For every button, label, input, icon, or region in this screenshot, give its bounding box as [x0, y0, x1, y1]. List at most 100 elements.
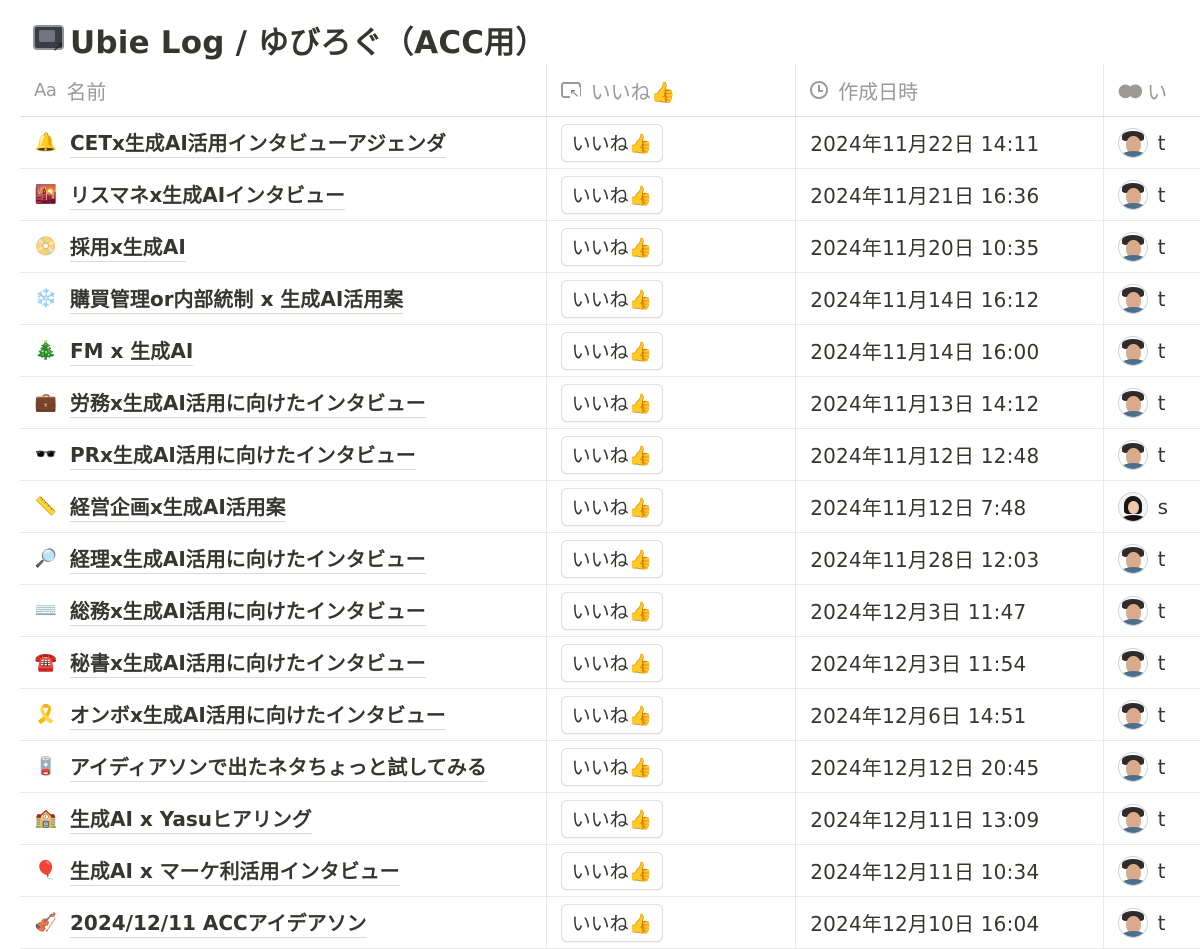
- page-link[interactable]: 秘書x生成AI活用に向けたインタビュー: [70, 647, 426, 678]
- like-button[interactable]: いいね👍: [560, 435, 664, 474]
- name-cell[interactable]: 🎻 2024/12/11 ACCアイデアソン: [20, 897, 547, 948]
- person-cell[interactable]: t: [1104, 793, 1200, 844]
- page-link[interactable]: リスマネx生成AIインタビュー: [70, 179, 346, 210]
- name-cell[interactable]: 📏 経営企画x生成AI活用案: [20, 481, 547, 532]
- avatar[interactable]: [1117, 803, 1148, 834]
- avatar[interactable]: [1117, 647, 1148, 678]
- avatar[interactable]: [1117, 231, 1148, 262]
- table-row[interactable]: 🏫 生成AI x Yasuヒアリング いいね👍 2024年12月11日 13:0…: [20, 793, 1200, 845]
- name-cell[interactable]: 🪫 アイディアソンで出たネタちょっと試してみる: [20, 741, 547, 792]
- avatar[interactable]: [1117, 751, 1148, 782]
- name-cell[interactable]: 🕶️ PRx生成AI活用に向けたインタビュー: [20, 429, 547, 480]
- table-row[interactable]: 🎄 FM x 生成AI いいね👍 2024年11月14日 16:00 t: [20, 325, 1200, 377]
- person-cell[interactable]: t: [1104, 845, 1200, 896]
- avatar[interactable]: [1117, 595, 1148, 626]
- avatar[interactable]: [1117, 491, 1148, 522]
- name-cell[interactable]: ☎️ 秘書x生成AI活用に向けたインタビュー: [20, 637, 547, 688]
- person-cell[interactable]: t: [1104, 637, 1200, 688]
- page-link[interactable]: オンボx生成AI活用に向けたインタビュー: [70, 699, 446, 730]
- avatar[interactable]: [1117, 335, 1148, 366]
- table-row[interactable]: 📏 経営企画x生成AI活用案 いいね👍 2024年11月12日 7:48 s: [20, 481, 1200, 533]
- name-cell[interactable]: 🎗️ オンボx生成AI活用に向けたインタビュー: [20, 689, 547, 740]
- avatar[interactable]: [1117, 127, 1148, 158]
- like-button[interactable]: いいね👍: [560, 383, 664, 422]
- column-header-like[interactable]: いいね👍: [547, 64, 797, 116]
- like-button[interactable]: いいね👍: [560, 487, 664, 526]
- table-row[interactable]: 🕶️ PRx生成AI活用に向けたインタビュー いいね👍 2024年11月12日 …: [20, 429, 1200, 481]
- person-cell[interactable]: s: [1104, 481, 1200, 532]
- page-link[interactable]: 生成AI x マーケ利活用インタビュー: [70, 855, 400, 886]
- name-cell[interactable]: 🔔 CETx生成AI活用インタビューアジェンダ: [20, 117, 547, 168]
- person-cell[interactable]: t: [1104, 689, 1200, 740]
- name-cell[interactable]: 🌇 リスマネx生成AIインタビュー: [20, 169, 547, 220]
- like-button[interactable]: いいね👍: [560, 175, 664, 214]
- table-row[interactable]: 🎗️ オンボx生成AI活用に向けたインタビュー いいね👍 2024年12月6日 …: [20, 689, 1200, 741]
- page-link[interactable]: 労務x生成AI活用に向けたインタビュー: [70, 387, 426, 418]
- like-button[interactable]: いいね👍: [560, 643, 664, 682]
- avatar[interactable]: [1117, 855, 1148, 886]
- person-cell[interactable]: t: [1104, 585, 1200, 636]
- column-header-created[interactable]: 作成日時: [796, 64, 1104, 116]
- person-cell[interactable]: t: [1104, 325, 1200, 376]
- person-cell[interactable]: t: [1104, 169, 1200, 220]
- page-link[interactable]: 2024/12/11 ACCアイデアソン: [70, 907, 367, 938]
- like-button[interactable]: いいね👍: [560, 799, 664, 838]
- name-cell[interactable]: 🏫 生成AI x Yasuヒアリング: [20, 793, 547, 844]
- like-button[interactable]: いいね👍: [560, 851, 664, 890]
- like-button[interactable]: いいね👍: [560, 591, 664, 630]
- table-row[interactable]: ☎️ 秘書x生成AI活用に向けたインタビュー いいね👍 2024年12月3日 1…: [20, 637, 1200, 689]
- like-button[interactable]: いいね👍: [560, 123, 664, 162]
- table-row[interactable]: 🔔 CETx生成AI活用インタビューアジェンダ いいね👍 2024年11月22日…: [20, 117, 1200, 169]
- table-row[interactable]: ❄️ 購買管理or内部統制 x 生成AI活用案 いいね👍 2024年11月14日…: [20, 273, 1200, 325]
- avatar[interactable]: [1117, 439, 1148, 470]
- avatar[interactable]: [1117, 387, 1148, 418]
- page-link[interactable]: 生成AI x Yasuヒアリング: [70, 803, 313, 834]
- column-header-person[interactable]: ●● い: [1104, 64, 1200, 116]
- like-button[interactable]: いいね👍: [560, 903, 664, 942]
- name-cell[interactable]: 🎄 FM x 生成AI: [20, 325, 547, 376]
- table-row[interactable]: 🎈 生成AI x マーケ利活用インタビュー いいね👍 2024年12月11日 1…: [20, 845, 1200, 897]
- page-link[interactable]: 経理x生成AI活用に向けたインタビュー: [70, 543, 426, 574]
- name-cell[interactable]: 📀 採用x生成AI: [20, 221, 547, 272]
- person-cell[interactable]: t: [1104, 533, 1200, 584]
- like-button[interactable]: いいね👍: [560, 695, 664, 734]
- avatar[interactable]: [1117, 283, 1148, 314]
- avatar[interactable]: [1117, 179, 1148, 210]
- table-row[interactable]: ⌨️ 総務x生成AI活用に向けたインタビュー いいね👍 2024年12月3日 1…: [20, 585, 1200, 637]
- table-row[interactable]: 🔎 経理x生成AI活用に向けたインタビュー いいね👍 2024年11月28日 1…: [20, 533, 1200, 585]
- page-link[interactable]: 購買管理or内部統制 x 生成AI活用案: [70, 283, 404, 314]
- person-cell[interactable]: t: [1104, 429, 1200, 480]
- name-cell[interactable]: 🔎 経理x生成AI活用に向けたインタビュー: [20, 533, 547, 584]
- page-link[interactable]: PRx生成AI活用に向けたインタビュー: [70, 439, 416, 470]
- person-cell[interactable]: t: [1104, 741, 1200, 792]
- name-cell[interactable]: 💼 労務x生成AI活用に向けたインタビュー: [20, 377, 547, 428]
- column-header-name[interactable]: Aa 名前: [20, 64, 547, 116]
- name-cell[interactable]: ⌨️ 総務x生成AI活用に向けたインタビュー: [20, 585, 547, 636]
- page-link[interactable]: 採用x生成AI: [70, 231, 186, 262]
- page-link[interactable]: CETx生成AI活用インタビューアジェンダ: [70, 127, 447, 158]
- person-cell[interactable]: t: [1104, 221, 1200, 272]
- like-button[interactable]: いいね👍: [560, 279, 664, 318]
- name-cell[interactable]: ❄️ 購買管理or内部統制 x 生成AI活用案: [20, 273, 547, 324]
- avatar[interactable]: [1117, 699, 1148, 730]
- person-cell[interactable]: t: [1104, 897, 1200, 948]
- like-button[interactable]: いいね👍: [560, 227, 664, 266]
- person-cell[interactable]: t: [1104, 377, 1200, 428]
- name-cell[interactable]: 🎈 生成AI x マーケ利活用インタビュー: [20, 845, 547, 896]
- table-row[interactable]: 💼 労務x生成AI活用に向けたインタビュー いいね👍 2024年11月13日 1…: [20, 377, 1200, 429]
- table-row[interactable]: 🪫 アイディアソンで出たネタちょっと試してみる いいね👍 2024年12月12日…: [20, 741, 1200, 793]
- table-row[interactable]: 🌇 リスマネx生成AIインタビュー いいね👍 2024年11月21日 16:36…: [20, 169, 1200, 221]
- page-link[interactable]: FM x 生成AI: [70, 335, 194, 366]
- page-link[interactable]: 経営企画x生成AI活用案: [70, 491, 286, 522]
- avatar[interactable]: [1117, 907, 1148, 938]
- page-link[interactable]: アイディアソンで出たネタちょっと試してみる: [70, 751, 487, 782]
- table-row[interactable]: 🎻 2024/12/11 ACCアイデアソン いいね👍 2024年12月10日 …: [20, 897, 1200, 949]
- like-button[interactable]: いいね👍: [560, 539, 664, 578]
- avatar[interactable]: [1117, 543, 1148, 574]
- page-link[interactable]: 総務x生成AI活用に向けたインタビュー: [70, 595, 426, 626]
- page-title[interactable]: Ubie Log / ゆびろぐ（ACC用）: [70, 17, 547, 62]
- table-row[interactable]: 📀 採用x生成AI いいね👍 2024年11月20日 10:35 t: [20, 221, 1200, 273]
- like-button[interactable]: いいね👍: [560, 331, 664, 370]
- person-cell[interactable]: t: [1104, 117, 1200, 168]
- person-cell[interactable]: t: [1104, 273, 1200, 324]
